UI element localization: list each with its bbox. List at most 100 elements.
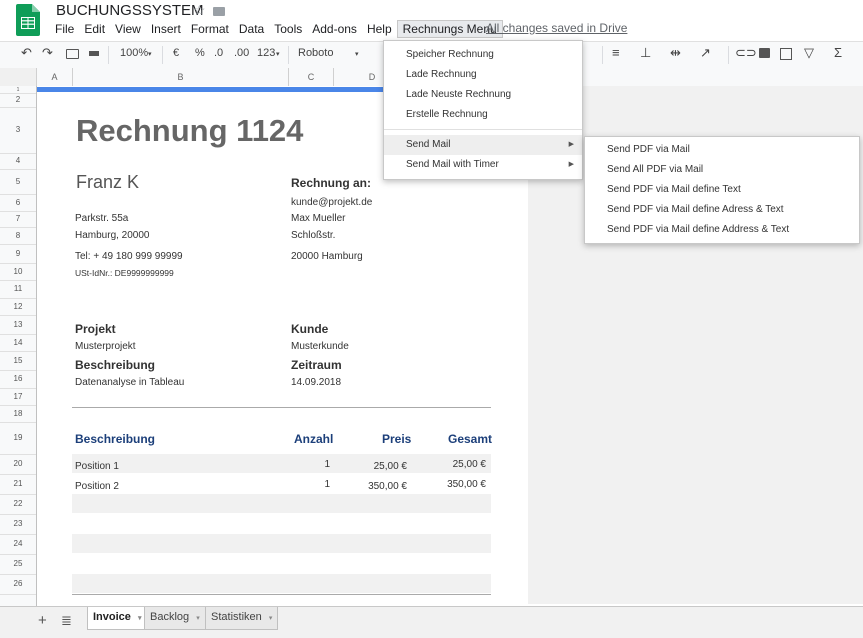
sheets-logo-icon[interactable] — [16, 4, 40, 36]
vertical-align-icon[interactable]: ⊥ — [640, 45, 651, 61]
row-header[interactable]: 16 — [0, 370, 36, 389]
row-header[interactable]: 6 — [0, 194, 36, 212]
row-header[interactable]: 8 — [0, 227, 36, 245]
row-header[interactable]: 20 — [0, 454, 36, 475]
row-header[interactable]: 19 — [0, 422, 36, 455]
table-row-band — [72, 574, 491, 593]
menu-item-send-mail-timer[interactable]: Send Mail with Timer ▶ — [384, 155, 582, 175]
insert-comment-icon[interactable] — [759, 47, 770, 61]
increase-decimal-button[interactable]: .00 — [234, 47, 249, 59]
formats-chevron-down-icon[interactable]: ▾ — [276, 50, 280, 58]
menu-file[interactable]: File — [50, 20, 79, 38]
table-row-band — [72, 494, 491, 513]
row-header[interactable]: 12 — [0, 298, 36, 316]
column-header-a[interactable]: A — [37, 68, 73, 86]
insert-link-icon[interactable]: ⊂⊃ — [735, 45, 757, 61]
tab-label: Statistiken — [211, 611, 262, 623]
submenu-item-send-pdf-define-address-text[interactable]: Send PDF via Mail define Address & Text — [585, 220, 859, 240]
row-header[interactable]: 5 — [0, 169, 36, 195]
all-sheets-icon[interactable]: ≣ — [61, 613, 72, 629]
menu-data[interactable]: Data — [234, 20, 269, 38]
save-status-link[interactable]: All changes saved in Drive — [486, 21, 627, 35]
functions-icon[interactable]: Σ — [834, 45, 842, 60]
tab-statistiken[interactable]: Statistiken ▾ — [205, 607, 279, 630]
row-header[interactable]: 25 — [0, 554, 36, 575]
menubar: File Edit View Insert Format Data Tools … — [50, 20, 503, 38]
row-header[interactable]: 7 — [0, 211, 36, 228]
tab-chevron-down-icon[interactable]: ▾ — [138, 615, 142, 622]
invoice-title: Rechnung 1124 — [76, 113, 304, 148]
menu-help[interactable]: Help — [362, 20, 397, 38]
tab-chevron-down-icon[interactable]: ▾ — [196, 615, 200, 622]
filter-icon[interactable]: ▽ — [804, 45, 814, 61]
row-header[interactable]: 15 — [0, 351, 36, 371]
row-header[interactable]: 24 — [0, 534, 36, 555]
menu-item-speicher-rechnung[interactable]: Speicher Rechnung — [384, 45, 582, 65]
rechnungs-menu-dropdown: Speicher Rechnung Lade Rechnung Lade Neu… — [383, 40, 583, 180]
item-total: 350,00 € — [447, 479, 486, 490]
document-title[interactable]: BUCHUNGSSYSTEM — [56, 2, 204, 19]
zoom-select[interactable]: 100% — [120, 47, 148, 59]
menu-insert[interactable]: Insert — [146, 20, 186, 38]
horizontal-align-icon[interactable]: ≡ — [612, 45, 620, 60]
row-header[interactable]: 23 — [0, 514, 36, 535]
menu-item-lade-neuste-rechnung[interactable]: Lade Neuste Rechnung — [384, 85, 582, 105]
decrease-decimal-button[interactable]: .0 — [214, 47, 223, 59]
column-header-c[interactable]: C — [289, 68, 334, 86]
zoom-chevron-down-icon[interactable]: ▾ — [148, 50, 152, 58]
item-total: 25,00 € — [452, 459, 486, 470]
row-header[interactable]: 22 — [0, 494, 36, 515]
row-header[interactable]: 10 — [0, 263, 36, 281]
font-chevron-down-icon[interactable]: ▾ — [355, 50, 359, 58]
undo-icon[interactable]: ↶ — [21, 45, 32, 61]
insert-chart-icon[interactable] — [780, 47, 792, 63]
menu-addons[interactable]: Add-ons — [307, 20, 362, 38]
row-header[interactable]: 3 — [0, 107, 36, 154]
submenu-arrow-icon: ▶ — [568, 141, 574, 148]
redo-icon[interactable]: ↷ — [42, 45, 53, 61]
sender-name: Franz K — [76, 172, 140, 192]
row-header[interactable]: 4 — [0, 153, 36, 170]
tab-invoice[interactable]: Invoice ▾ — [87, 607, 148, 630]
print-icon[interactable] — [66, 47, 79, 62]
sender-vat-id: USt-IdNr.: DE9999999999 — [75, 268, 174, 278]
submenu-item-send-pdf-define-adress-text[interactable]: Send PDF via Mail define Adress & Text — [585, 200, 859, 220]
tab-backlog[interactable]: Backlog ▾ — [144, 607, 206, 630]
menu-item-send-mail[interactable]: Send Mail ▶ — [384, 135, 582, 155]
table-header-description: Beschreibung — [75, 432, 156, 446]
font-select[interactable]: Roboto — [298, 47, 333, 59]
more-formats-button[interactable]: 123 — [257, 47, 275, 59]
row-header[interactable]: 17 — [0, 388, 36, 406]
column-header-b[interactable]: B — [73, 68, 289, 86]
tab-chevron-down-icon[interactable]: ▾ — [269, 615, 273, 622]
menu-format[interactable]: Format — [186, 20, 234, 38]
submenu-item-send-all-pdf[interactable]: Send All PDF via Mail — [585, 160, 859, 180]
description-label: Beschreibung — [75, 358, 156, 372]
text-rotation-icon[interactable]: ↗ — [700, 45, 711, 61]
menu-edit[interactable]: Edit — [79, 20, 110, 38]
folder-icon[interactable] — [213, 6, 226, 16]
row-header[interactable]: 26 — [0, 574, 36, 595]
menu-view[interactable]: View — [110, 20, 146, 38]
paint-format-icon[interactable] — [89, 47, 99, 59]
row-header[interactable]: 9 — [0, 244, 36, 264]
row-header[interactable]: 13 — [0, 315, 36, 335]
submenu-item-send-pdf-define-text[interactable]: Send PDF via Mail define Text — [585, 180, 859, 200]
percent-format-button[interactable]: % — [195, 47, 205, 59]
period-value: 14.09.2018 — [291, 377, 342, 388]
row-header[interactable]: 14 — [0, 334, 36, 352]
add-sheet-icon[interactable]: + — [38, 612, 47, 629]
row-header[interactable]: 2 — [0, 93, 36, 108]
currency-format-button[interactable]: € — [173, 47, 179, 59]
menu-tools[interactable]: Tools — [269, 20, 307, 38]
row-header[interactable]: 18 — [0, 405, 36, 423]
star-icon[interactable]: ☆ — [193, 2, 206, 18]
menu-item-erstelle-rechnung[interactable]: Erstelle Rechnung — [384, 105, 582, 125]
menu-item-lade-rechnung[interactable]: Lade Rechnung — [384, 65, 582, 85]
row-header[interactable]: 11 — [0, 280, 36, 299]
text-wrap-icon[interactable]: ⇹ — [670, 45, 681, 61]
row-header[interactable]: 21 — [0, 474, 36, 495]
select-all-corner[interactable] — [0, 68, 37, 86]
row-headers: 1 2 3 4 5 6 7 8 9 10 11 12 13 14 15 16 1… — [0, 86, 37, 606]
submenu-item-send-pdf[interactable]: Send PDF via Mail — [585, 140, 859, 160]
